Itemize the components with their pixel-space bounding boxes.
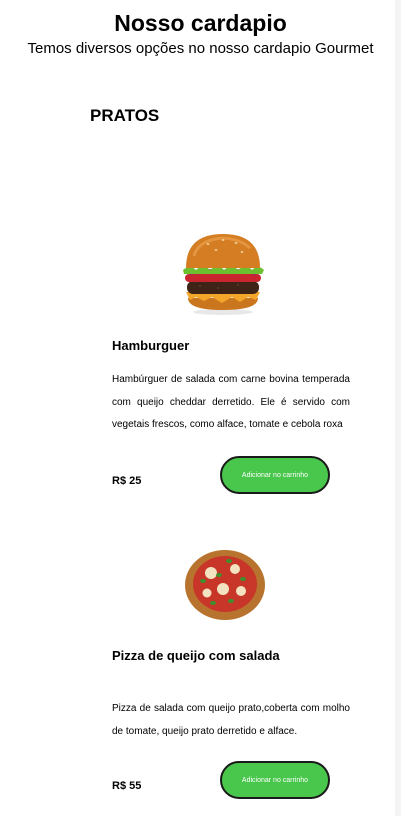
page-subtitle: Temos diversos opções no nosso cardapio … <box>27 40 374 57</box>
hamburger-image <box>183 234 264 315</box>
product-price: R$ 55 <box>112 780 142 792</box>
product-name: Pizza de queijo com salada <box>112 648 280 663</box>
add-to-cart-button[interactable]: Adicionar no carrinho <box>220 456 330 494</box>
pizza-image <box>185 550 265 620</box>
product-price: R$ 25 <box>112 475 142 487</box>
page-title: Nosso cardapio <box>114 10 287 36</box>
product-description: Pizza de salada com queijo prato,coberta… <box>112 703 350 737</box>
product-description: Hambúrguer de salada com carne bovina te… <box>112 374 350 430</box>
section-title: PRATOS <box>90 106 160 125</box>
scrollbar[interactable] <box>395 0 401 816</box>
product-name: Hamburguer <box>112 338 190 353</box>
add-to-cart-button[interactable]: Adicionar no carrinho <box>220 761 330 799</box>
